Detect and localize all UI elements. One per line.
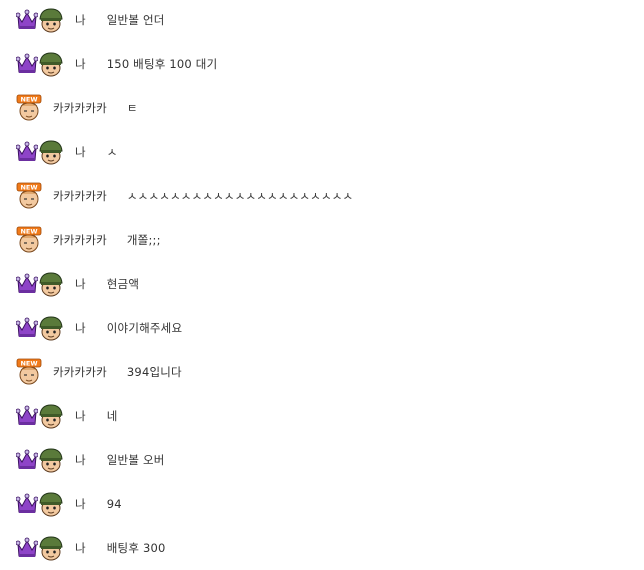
crown-icon xyxy=(16,405,38,427)
soldier-avatar-icon xyxy=(38,139,64,165)
crown-icon xyxy=(16,537,38,559)
chat-message-row: 나 이야기해주세요 xyxy=(16,313,182,343)
sender-name: 나 xyxy=(75,497,86,511)
message-text: 94 xyxy=(106,497,122,511)
sender-badges: NEW xyxy=(16,225,42,255)
sender-badges xyxy=(16,445,64,475)
sender-name: 카카카카카 xyxy=(53,365,107,379)
sender-badges xyxy=(16,269,64,299)
chat-message-row: 나 ㅅ xyxy=(16,137,118,167)
sender-badges xyxy=(16,533,64,563)
chat-message-row: NEW 카카카카카 ㅅㅅㅅㅅㅅㅅㅅㅅㅅㅅㅅㅅㅅㅅㅅㅅㅅㅅㅅㅅㅅ xyxy=(16,181,353,211)
message-text: 이야기해주세요 xyxy=(106,321,183,335)
chat-message-row: 나 배팅후 300 xyxy=(16,533,166,563)
soldier-avatar-icon xyxy=(38,7,64,33)
soldier-avatar-icon xyxy=(38,447,64,473)
sender-name: 나 xyxy=(75,13,86,27)
sender-name: 카카카카카 xyxy=(53,189,107,203)
sender-name: 나 xyxy=(75,453,86,467)
svg-text:NEW: NEW xyxy=(20,96,37,104)
message-text: 네 xyxy=(106,409,118,423)
crown-icon xyxy=(16,141,38,163)
sender-name: 카카카카카 xyxy=(53,101,107,115)
message-text: 현금액 xyxy=(106,277,140,291)
sender-badges: NEW xyxy=(16,181,42,211)
crown-icon xyxy=(16,493,38,515)
message-text: 일반볼 오버 xyxy=(106,453,165,467)
sender-badges: NEW xyxy=(16,93,42,123)
sender-badges xyxy=(16,137,64,167)
sender-badges xyxy=(16,49,64,79)
soldier-avatar-icon xyxy=(38,535,64,561)
message-text: 394입니다 xyxy=(126,365,182,379)
chat-message-row: 나 일반볼 언더 xyxy=(16,5,165,35)
soldier-avatar-icon xyxy=(38,403,64,429)
new-badge-avatar-icon: NEW xyxy=(16,94,42,122)
new-badge-avatar-icon: NEW xyxy=(16,226,42,254)
soldier-avatar-icon xyxy=(38,491,64,517)
chat-message-row: NEW 카카카카카 ㅌ xyxy=(16,93,138,123)
crown-icon xyxy=(16,449,38,471)
message-text: ㅌ xyxy=(126,101,138,115)
chat-message-row: 나 네 xyxy=(16,401,118,431)
message-text: 개쫄;;; xyxy=(126,233,161,247)
sender-name: 나 xyxy=(75,57,86,71)
sender-badges xyxy=(16,313,64,343)
svg-text:NEW: NEW xyxy=(20,184,37,192)
svg-text:NEW: NEW xyxy=(20,228,37,236)
crown-icon xyxy=(16,9,38,31)
new-badge-avatar-icon: NEW xyxy=(16,358,42,386)
sender-badges xyxy=(16,401,64,431)
soldier-avatar-icon xyxy=(38,51,64,77)
sender-name: 카카카카카 xyxy=(53,233,107,247)
chat-message-row: 나 150 배팅후 100 대기 xyxy=(16,49,217,79)
sender-name: 나 xyxy=(75,541,86,555)
sender-name: 나 xyxy=(75,409,86,423)
crown-icon xyxy=(16,53,38,75)
crown-icon xyxy=(16,273,38,295)
soldier-avatar-icon xyxy=(38,315,64,341)
crown-icon xyxy=(16,317,38,339)
chat-message-row: 나 일반볼 오버 xyxy=(16,445,165,475)
message-text: 일반볼 언더 xyxy=(106,13,165,27)
chat-message-row: NEW 카카카카카 개쫄;;; xyxy=(16,225,161,255)
new-badge-avatar-icon: NEW xyxy=(16,182,42,210)
chat-message-list: 나 일반볼 언더 나 150 배팅후 100 대기 NEW 카카카카카 ㅌ 나 … xyxy=(0,0,644,570)
chat-message-row: NEW 카카카카카 394입니다 xyxy=(16,357,182,387)
sender-name: 나 xyxy=(75,145,86,159)
sender-badges: NEW xyxy=(16,357,42,387)
message-text: ㅅㅅㅅㅅㅅㅅㅅㅅㅅㅅㅅㅅㅅㅅㅅㅅㅅㅅㅅㅅㅅ xyxy=(126,189,354,203)
soldier-avatar-icon xyxy=(38,271,64,297)
chat-message-row: 나 94 xyxy=(16,489,122,519)
svg-text:NEW: NEW xyxy=(20,360,37,368)
sender-badges xyxy=(16,5,64,35)
sender-name: 나 xyxy=(75,321,86,335)
message-text: 배팅후 300 xyxy=(106,541,166,555)
sender-badges xyxy=(16,489,64,519)
message-text: 150 배팅후 100 대기 xyxy=(106,57,218,71)
message-text: ㅅ xyxy=(106,145,118,159)
sender-name: 나 xyxy=(75,277,86,291)
chat-message-row: 나 현금액 xyxy=(16,269,139,299)
